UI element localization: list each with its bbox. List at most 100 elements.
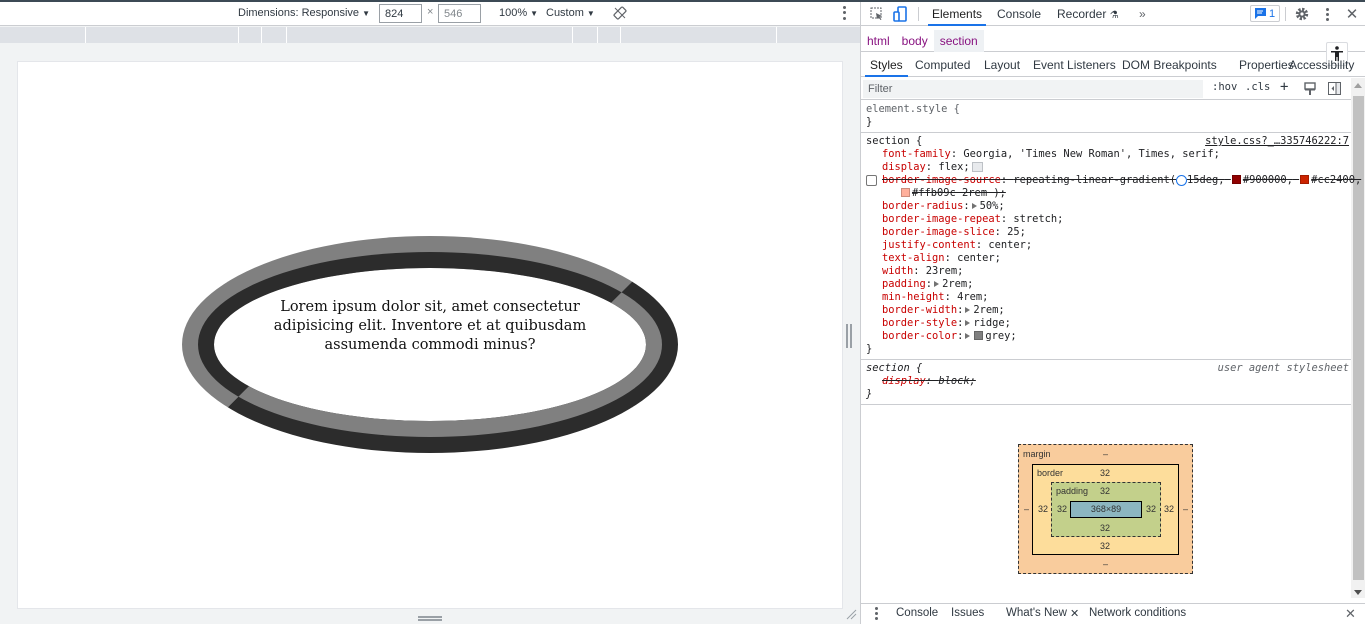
message-icon xyxy=(1254,8,1266,19)
settings-gear-icon[interactable] xyxy=(1294,6,1310,22)
customize-menu-icon[interactable] xyxy=(1322,6,1332,22)
declaration-border-image-source-cont: #ffb09c 2rem ); xyxy=(866,187,1347,200)
breadcrumb-section[interactable]: section xyxy=(933,29,984,52)
tab-recorder[interactable]: Recorder ⚗ xyxy=(1053,2,1123,26)
width-input[interactable] xyxy=(379,4,422,23)
close-drawer-icon[interactable]: ✕ xyxy=(1345,606,1356,622)
color-swatch-grey[interactable] xyxy=(974,331,984,340)
declaration-border-image-slice[interactable]: border-image-slice: 25; xyxy=(866,226,1347,239)
margin-right-value[interactable]: – xyxy=(1183,504,1188,514)
declaration-border-style[interactable]: border-style: ridge; xyxy=(866,317,1347,330)
tab-elements[interactable]: Elements xyxy=(928,2,987,26)
height-input[interactable] xyxy=(438,4,481,23)
class-toggle[interactable]: .cls xyxy=(1245,81,1270,93)
hover-state-toggle[interactable]: :hov xyxy=(1212,81,1237,93)
scroll-up-icon[interactable] xyxy=(1354,83,1362,88)
breadcrumb-body[interactable]: body xyxy=(896,30,934,52)
styles-scrollbar[interactable] xyxy=(1351,78,1365,598)
subtab-dom-breakpoints[interactable]: DOM Breakpoints xyxy=(1117,53,1222,77)
new-style-rule-icon[interactable]: + xyxy=(1280,79,1288,95)
padding-right-value[interactable]: 32 xyxy=(1146,504,1156,514)
margin-left-value[interactable]: – xyxy=(1024,504,1029,514)
border-left-value[interactable]: 32 xyxy=(1038,504,1048,514)
declaration-justify-content[interactable]: justify-content: center; xyxy=(866,239,1347,252)
padding-top-value[interactable]: 32 xyxy=(1100,486,1110,496)
resize-corner-icon[interactable] xyxy=(845,608,857,620)
drawer-tab-whats-new[interactable]: What's New xyxy=(1006,607,1067,619)
margin-bottom-value[interactable]: – xyxy=(1103,559,1108,569)
scroll-down-icon[interactable] xyxy=(1354,590,1362,595)
subtab-computed[interactable]: Computed xyxy=(910,53,975,77)
drawer-menu-icon[interactable] xyxy=(875,607,878,620)
zoom-dropdown[interactable]: 100% ▼ xyxy=(499,7,538,19)
rotate-button[interactable] xyxy=(613,6,627,20)
expand-triangle-icon[interactable] xyxy=(965,319,971,326)
box-model-border[interactable]: border 32 32 32 32 padding 32 32 32 32 3… xyxy=(1032,464,1179,555)
declaration-text-align[interactable]: text-align: center; xyxy=(866,252,1347,265)
dimensions-dropdown[interactable]: Dimensions: Responsive ▼ xyxy=(238,7,370,19)
dimensions-label: Dimensions: Responsive xyxy=(238,7,360,19)
scrollbar-thumb[interactable] xyxy=(1353,96,1364,580)
declaration-font-family[interactable]: font-family: Georgia, 'Times New Roman',… xyxy=(866,148,1347,161)
more-options-icon[interactable] xyxy=(840,5,848,21)
split-drag-handle[interactable] xyxy=(846,324,854,348)
inspect-element-icon[interactable] xyxy=(869,6,885,22)
box-model-padding[interactable]: padding 32 32 32 32 368×89 xyxy=(1051,482,1161,537)
media-query-ruler[interactable] xyxy=(0,27,860,43)
resize-handle-bottom[interactable] xyxy=(418,616,442,622)
expand-triangle-icon[interactable] xyxy=(965,332,971,339)
issues-badge[interactable]: 1 xyxy=(1250,5,1280,22)
times-sign: × xyxy=(427,6,434,18)
padding-left-value[interactable]: 32 xyxy=(1057,504,1067,514)
tab-console[interactable]: Console xyxy=(993,2,1045,26)
declaration-min-height[interactable]: min-height: 4rem; xyxy=(866,291,1347,304)
border-bottom-value[interactable]: 32 xyxy=(1100,541,1110,551)
box-model-content[interactable]: 368×89 xyxy=(1070,501,1142,518)
toggle-sidebar-icon[interactable] xyxy=(1328,82,1341,95)
padding-bottom-value[interactable]: 32 xyxy=(1100,523,1110,533)
declaration-border-image-repeat[interactable]: border-image-repeat: stretch; xyxy=(866,213,1347,226)
styles-filter-input[interactable] xyxy=(863,80,1203,98)
expand-triangle-icon[interactable] xyxy=(965,306,971,313)
close-tab-icon[interactable]: ✕ xyxy=(1070,607,1079,620)
color-swatch-900000[interactable] xyxy=(1231,175,1241,184)
zoom-label: 100% xyxy=(499,7,528,19)
subtab-accessibility[interactable]: Accessibility xyxy=(1284,53,1365,77)
box-model-margin[interactable]: margin – – – – border 32 32 32 32 paddin… xyxy=(1018,444,1193,574)
breadcrumb-html[interactable]: html xyxy=(861,30,896,52)
subtab-event-listeners[interactable]: Event Listeners xyxy=(1028,53,1121,77)
drawer-tab-console[interactable]: Console xyxy=(896,607,938,619)
declaration-border-image-source[interactable]: border-image-source: repeating-linear-gr… xyxy=(866,174,1361,187)
angle-clock-icon[interactable] xyxy=(1176,174,1188,186)
border-right-value[interactable]: 32 xyxy=(1164,504,1174,514)
drawer-tab-network-conditions[interactable]: Network conditions xyxy=(1089,607,1186,619)
expand-triangle-icon[interactable] xyxy=(934,280,940,287)
expand-triangle-icon[interactable] xyxy=(971,202,977,209)
throttle-dropdown[interactable]: Custom ▼ xyxy=(546,7,595,19)
paint-brush-icon[interactable] xyxy=(1304,82,1316,95)
device-toolbar-toggle-icon[interactable] xyxy=(892,5,908,22)
declaration-border-radius[interactable]: border-radius: 50%; xyxy=(866,200,1347,213)
margin-top-value[interactable]: – xyxy=(1103,449,1108,459)
more-tabs-button[interactable]: » xyxy=(1135,2,1150,26)
declaration-border-color[interactable]: border-color: grey; xyxy=(866,330,1347,343)
color-swatch-cc2400[interactable] xyxy=(1300,175,1310,184)
declaration-display[interactable]: display: flex; xyxy=(866,161,1347,174)
styles-pane: element.style { } section { style.css?_…… xyxy=(861,101,1361,405)
rule-selector[interactable]: element.style { xyxy=(866,103,1347,116)
element-style-rule: element.style { } xyxy=(861,101,1351,133)
declaration-border-width[interactable]: border-width: 2rem; xyxy=(866,304,1347,317)
stylesheet-link[interactable]: style.css?_…335746222:7 xyxy=(1205,135,1349,148)
declaration-padding[interactable]: padding: 2rem; xyxy=(866,278,1347,291)
declaration-checkbox[interactable] xyxy=(866,175,877,186)
declaration-width[interactable]: width: 23rem; xyxy=(866,265,1347,278)
flexbox-editor-icon[interactable] xyxy=(971,162,983,172)
close-devtools-icon[interactable]: ✕ xyxy=(1345,6,1359,23)
color-swatch-ffb09c[interactable] xyxy=(901,188,910,197)
border-label: border xyxy=(1037,468,1064,478)
drawer-tab-issues[interactable]: Issues xyxy=(951,607,984,619)
subtab-styles[interactable]: Styles xyxy=(865,53,908,77)
subtab-layout[interactable]: Layout xyxy=(979,53,1025,77)
border-top-value[interactable]: 32 xyxy=(1100,468,1110,478)
devtools-panel: Elements Console Recorder ⚗ » 1 ✕ html b… xyxy=(860,2,1365,624)
